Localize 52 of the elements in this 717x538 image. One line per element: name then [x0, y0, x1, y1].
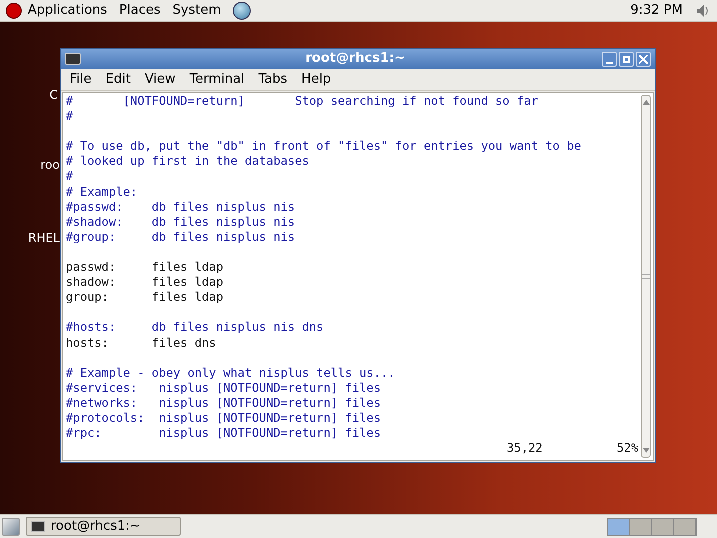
desktop-icon-label[interactable]: roo	[40, 156, 60, 174]
terminal-line: hosts: files dns	[66, 336, 216, 350]
terminal-line: #shadow: db files nisplus nis	[66, 214, 296, 229]
menu-item[interactable]: View	[140, 70, 181, 90]
terminal-icon	[31, 521, 45, 532]
terminal-line: # To use db, put the "db" in front of "files" for entries you want to be	[66, 139, 582, 154]
menu-item[interactable]: Edit	[100, 70, 136, 90]
maximize-icon[interactable]	[619, 52, 634, 66]
taskbar-button[interactable]: root@rhcs1:~	[26, 517, 181, 536]
menu-item[interactable]: Help	[296, 70, 336, 90]
terminal-line: #services: nisplus [NOTFOUND=return] files	[66, 380, 381, 395]
menu-item[interactable]: Tabs	[254, 70, 293, 90]
scrollbar[interactable]	[641, 95, 652, 458]
scroll-up-icon[interactable]	[642, 100, 650, 105]
panel-menu[interactable]: System	[172, 0, 222, 20]
terminal-line: # [NOTFOUND=return] Stop searching if not found so far	[66, 94, 538, 108]
terminal-line: passwd: files ldap	[66, 260, 224, 274]
terminal-line: group: files ldap	[66, 290, 224, 304]
workspace-thumbnail[interactable]	[674, 518, 696, 534]
terminal-line: #	[66, 169, 74, 184]
speaker-icon[interactable]	[695, 2, 711, 18]
terminal-icon	[65, 53, 81, 65]
terminal-line: # Example:	[66, 184, 138, 199]
cursor-position: 35,22	[507, 441, 544, 456]
terminal-line: #protocols: nisplus [NOTFOUND=return] files	[66, 410, 381, 425]
workspace-thumbnail[interactable]	[630, 518, 652, 534]
terminal-line: shadow: files ldap	[66, 275, 224, 290]
workspace-thumbnail[interactable]	[652, 518, 674, 534]
terminal-line: # looked up first in the databases	[66, 154, 310, 168]
close-icon[interactable]	[636, 52, 651, 66]
menu-item[interactable]: Terminal	[184, 70, 250, 90]
panel-menu[interactable]: Applications	[28, 0, 108, 20]
window-title: root@rhcs1:~	[306, 50, 406, 68]
scroll-grip-icon[interactable]	[642, 274, 650, 279]
panel-menu[interactable]: Places	[119, 0, 161, 20]
scroll-down-icon[interactable]	[642, 448, 650, 453]
minimize-icon[interactable]	[602, 52, 617, 66]
terminal-line: #	[66, 109, 74, 124]
workspace-thumbnail[interactable]	[608, 518, 630, 534]
terminal-line: # Example - obey only what nisplus tells us...	[66, 366, 396, 380]
terminal-line: #passwd: db files nisplus nis	[66, 200, 296, 214]
show-desktop-icon[interactable]	[2, 518, 20, 536]
globe-icon[interactable]	[233, 2, 252, 20]
terminal-line: #rpc: nisplus [NOTFOUND=return] files	[66, 426, 381, 440]
terminal-line: #networks: nisplus [NOTFOUND=return] files	[66, 396, 381, 410]
menu-item[interactable]: File	[65, 70, 97, 90]
desktop-icon-label[interactable]: RHEL	[28, 229, 60, 247]
scroll-percent: 52%	[617, 441, 638, 456]
clock[interactable]: 9:32 PM	[630, 0, 683, 20]
terminal-line: #hosts: db files nisplus nis dns	[66, 320, 324, 334]
terminal-line: #group: db files nisplus nis	[66, 230, 296, 244]
desktop-icon-label[interactable]: C	[50, 86, 58, 104]
